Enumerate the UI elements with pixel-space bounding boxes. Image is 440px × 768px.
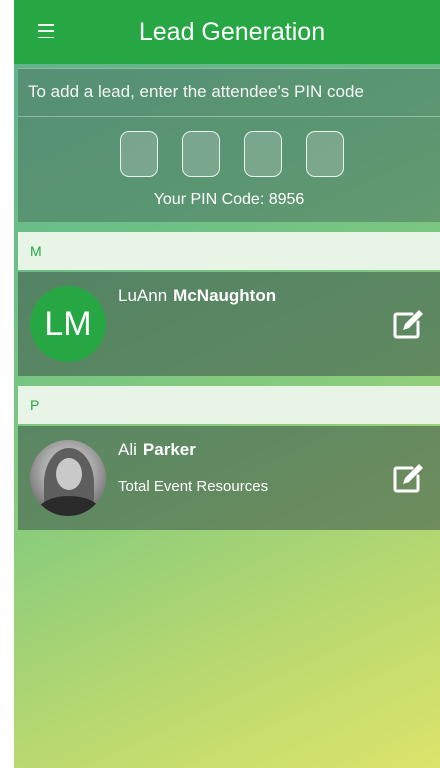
contact-card-luann-mcnaughton[interactable]: LM LuAnn McNaughton	[18, 272, 440, 376]
app-header: Lead Generation	[14, 0, 440, 64]
edit-pencil-icon[interactable]	[390, 460, 426, 496]
pin-digit-4-input[interactable]	[306, 131, 344, 177]
contact-first-name: LuAnn	[118, 286, 168, 305]
pin-digit-3-input[interactable]	[244, 131, 282, 177]
avatar: LM	[30, 286, 106, 362]
avatar	[30, 440, 106, 516]
app-screen: Lead Generation To add a lead, enter the…	[14, 0, 440, 768]
contact-last-name: Parker	[142, 440, 196, 459]
pin-entry-panel: To add a lead, enter the attendee's PIN …	[18, 68, 440, 222]
page-title: Lead Generation	[138, 18, 326, 46]
contact-last-name: McNaughton	[173, 286, 277, 305]
pin-digit-1-input[interactable]	[120, 131, 158, 177]
section-header-p: P	[18, 386, 440, 424]
pin-digit-2-input[interactable]	[182, 131, 220, 177]
contact-first-name: Ali	[118, 440, 137, 459]
your-pin-code-label: Your PIN Code: 8956	[153, 191, 305, 208]
contact-card-ali-parker[interactable]: Ali Parker Total Event Resources	[18, 426, 440, 530]
edit-pencil-icon[interactable]	[390, 306, 426, 342]
contact-name: Ali Parker	[118, 440, 196, 460]
contact-organization: Total Event Resources	[118, 478, 269, 495]
section-header-m: M	[18, 232, 440, 270]
contact-name: LuAnn McNaughton	[118, 286, 276, 306]
pin-digit-inputs	[120, 131, 344, 177]
pin-instruction-text: To add a lead, enter the attendee's PIN …	[18, 69, 440, 117]
